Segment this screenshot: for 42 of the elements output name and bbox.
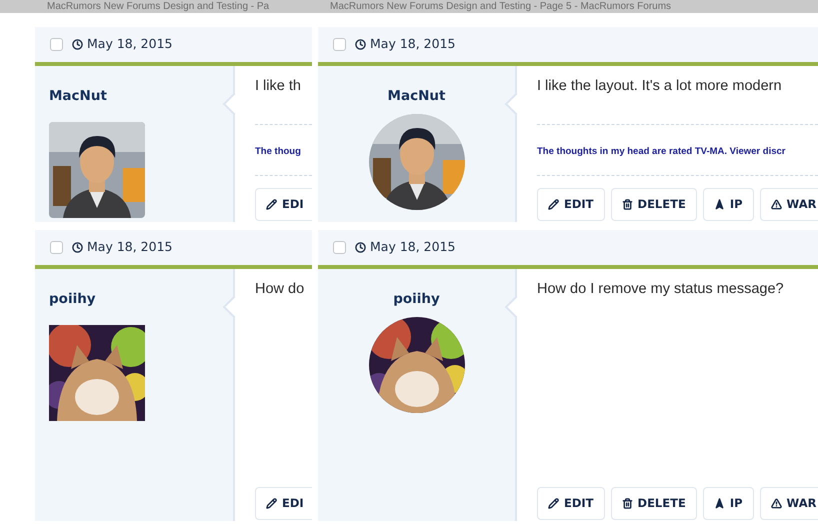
signature: The thoug <box>255 146 301 157</box>
pencil-icon <box>548 498 559 509</box>
action-button[interactable]: EDIT <box>537 487 605 520</box>
post-message: I like the layout. It's a lot more modern <box>537 77 783 96</box>
post-message: How do I remove my status message? <box>537 280 785 299</box>
trash-icon <box>622 199 633 210</box>
action-button[interactable]: WAR <box>760 188 818 221</box>
post-message: I like th <box>255 77 302 96</box>
post-date: May 18, 2015 <box>87 238 172 256</box>
pencil-icon <box>266 498 277 509</box>
arrow-icon <box>714 498 725 509</box>
action-button[interactable]: WAR <box>760 487 818 520</box>
username[interactable]: MacNut <box>388 86 446 106</box>
pencil-icon <box>548 199 559 210</box>
action-button[interactable]: EDI <box>255 487 312 520</box>
action-button[interactable]: DELETE <box>610 188 697 221</box>
username[interactable]: poiihy <box>393 289 440 310</box>
post-date: May 18, 2015 <box>370 238 456 256</box>
post-message: How do <box>255 280 306 299</box>
checkbox[interactable] <box>50 38 63 51</box>
post-date: May 18, 2015 <box>370 35 456 54</box>
username[interactable]: MacNut <box>49 86 107 106</box>
clock-icon <box>72 39 83 50</box>
signature: The thoughts in my head are rated TV-MA. Viewer discr <box>537 146 786 157</box>
action-button[interactable]: DELETE <box>610 487 697 520</box>
warning-icon <box>770 199 782 210</box>
clock-icon <box>355 39 366 50</box>
pencil-icon <box>266 199 277 210</box>
checkbox[interactable] <box>333 38 346 51</box>
action-button[interactable]: IP <box>702 188 754 221</box>
checkbox[interactable] <box>333 241 346 254</box>
checkbox[interactable] <box>50 241 63 254</box>
action-button[interactable]: EDIT <box>537 188 605 221</box>
clock-icon <box>355 242 366 253</box>
action-button[interactable]: IP <box>702 487 754 520</box>
action-button[interactable]: EDI <box>255 188 312 221</box>
post-date: May 18, 2015 <box>87 35 172 54</box>
trash-icon <box>622 498 633 509</box>
arrow-icon <box>714 199 725 210</box>
clock-icon <box>72 242 83 253</box>
warning-icon <box>770 498 782 509</box>
username[interactable]: poiihy <box>49 289 96 310</box>
